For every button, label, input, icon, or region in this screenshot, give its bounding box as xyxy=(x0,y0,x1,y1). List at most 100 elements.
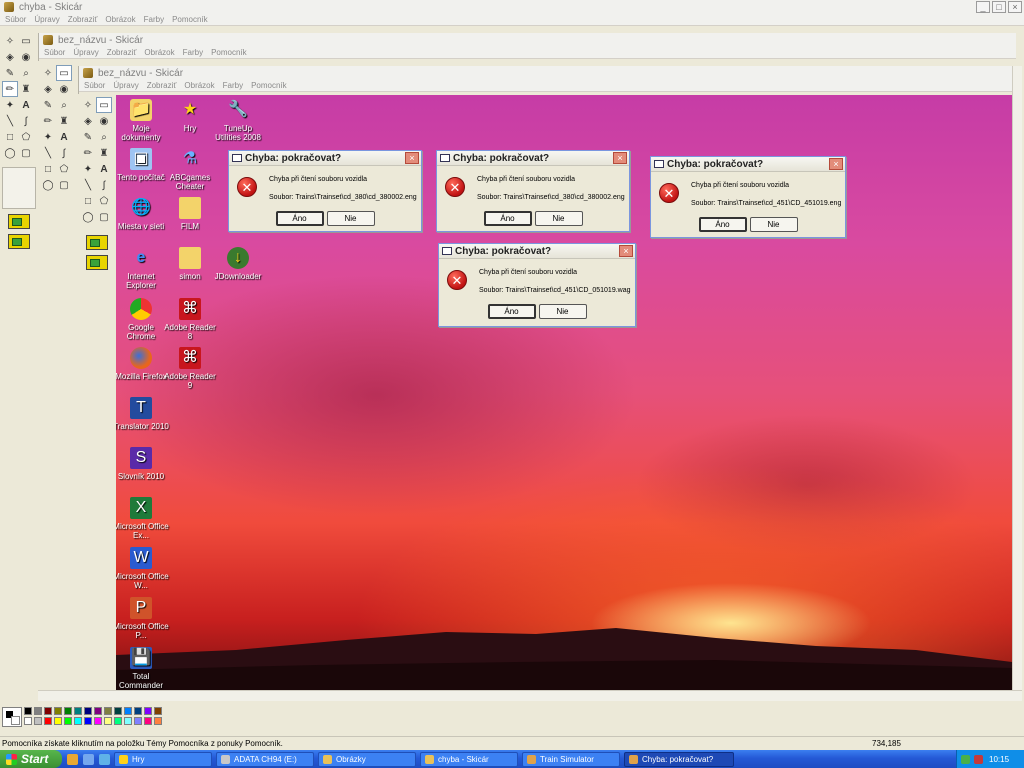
rect-select-tool-icon[interactable]: ▭ xyxy=(96,97,112,113)
menu-farby[interactable]: Farby xyxy=(183,48,203,57)
taskbar-item-chyba-skicar[interactable]: chyba - Skicár xyxy=(420,751,518,767)
curve-tool-icon[interactable]: ∫ xyxy=(56,145,72,161)
rectangle-tool-icon[interactable]: □ xyxy=(80,193,96,209)
no-button[interactable]: Nie xyxy=(538,304,587,319)
menu-upravy[interactable]: Úpravy xyxy=(73,48,98,57)
polygon-tool-icon[interactable]: ⬠ xyxy=(56,161,72,177)
menu-farby[interactable]: Farby xyxy=(223,81,243,90)
menu-farby[interactable]: Farby xyxy=(144,15,164,24)
desktop-icon-tuneup[interactable]: 🔧 TuneUp Utilities 2008 xyxy=(210,99,266,142)
airbrush-tool-icon[interactable]: ✦ xyxy=(2,97,18,113)
free-select-tool-icon[interactable]: ✧ xyxy=(40,65,56,81)
fill-tool-icon[interactable]: ◉ xyxy=(56,81,72,97)
ellipse-tool-icon[interactable]: ◯ xyxy=(80,209,96,225)
inner-titlebar[interactable]: bez_názvu - Skicár xyxy=(79,66,1016,80)
fill-tool-icon[interactable]: ◉ xyxy=(18,49,34,65)
yes-button[interactable]: Áno xyxy=(483,211,532,226)
text-tool-icon[interactable]: A xyxy=(56,129,72,145)
desktop-icon-abcgames[interactable]: ⚗ ABCgames Cheater xyxy=(162,148,218,191)
rectangle-tool-icon[interactable]: □ xyxy=(2,129,18,145)
quicklaunch-desktop-icon[interactable] xyxy=(99,753,110,765)
text-tool-icon[interactable]: A xyxy=(18,97,34,113)
color-swatch[interactable] xyxy=(24,707,32,715)
brush-tool-icon[interactable]: ♜ xyxy=(56,113,72,129)
yes-button[interactable]: Áno xyxy=(487,304,536,319)
horizontal-scrollbar[interactable] xyxy=(38,690,1022,701)
picker-tool-icon[interactable]: ✎ xyxy=(40,97,56,113)
pencil-tool-icon[interactable]: ✏ xyxy=(80,145,96,161)
desktop-icon-adobe-reader-9[interactable]: ⌘ Adobe Reader 9 xyxy=(162,347,218,390)
paint-canvas[interactable]: 📁 Moje dokumenty ★ Hry 🔧 TuneUp Utilitie… xyxy=(116,95,1012,690)
eraser-tool-icon[interactable]: ◈ xyxy=(80,113,96,129)
line-tool-icon[interactable]: ╲ xyxy=(40,145,56,161)
color-swatch[interactable] xyxy=(144,707,152,715)
free-select-tool-icon[interactable]: ✧ xyxy=(80,97,96,113)
yes-button[interactable]: Áno xyxy=(698,217,747,232)
outer-titlebar[interactable]: chyba - Skicár xyxy=(0,0,1024,14)
color-swatch[interactable] xyxy=(74,717,82,725)
color-swatch[interactable] xyxy=(74,707,82,715)
rect-select-tool-icon[interactable]: ▭ xyxy=(18,33,34,49)
polygon-tool-icon[interactable]: ⬠ xyxy=(96,193,112,209)
curve-tool-icon[interactable]: ∫ xyxy=(18,113,34,129)
rounded-rect-tool-icon[interactable]: ▢ xyxy=(96,209,112,225)
color-swatch[interactable] xyxy=(124,717,132,725)
color-swatch[interactable] xyxy=(114,717,122,725)
airbrush-tool-icon[interactable]: ✦ xyxy=(40,129,56,145)
color-swatch[interactable] xyxy=(104,707,112,715)
menu-upravy[interactable]: Úpravy xyxy=(113,81,138,90)
rectangle-tool-icon[interactable]: □ xyxy=(40,161,56,177)
airbrush-tool-icon[interactable]: ✦ xyxy=(80,161,96,177)
desktop-icon-translator[interactable]: T Translator 2010 xyxy=(116,397,169,431)
color-swatch[interactable] xyxy=(44,717,52,725)
color-swatch[interactable] xyxy=(154,707,162,715)
minimize-button[interactable]: _ xyxy=(976,1,990,13)
rounded-rect-tool-icon[interactable]: ▢ xyxy=(18,145,34,161)
rounded-rect-tool-icon[interactable]: ▢ xyxy=(56,177,72,193)
color-swatch[interactable] xyxy=(144,717,152,725)
dialog-close-button[interactable]: × xyxy=(405,152,419,164)
color-swatch[interactable] xyxy=(134,717,142,725)
magnifier-tool-icon[interactable]: ⌕ xyxy=(96,129,112,145)
quicklaunch-browser-icon[interactable] xyxy=(67,753,78,765)
desktop-icon-film[interactable]: FILM xyxy=(162,197,218,231)
middle-titlebar[interactable]: bez_názvu - Skicár xyxy=(39,33,1016,47)
dialog-titlebar[interactable]: Chyba: pokračovat? xyxy=(439,244,635,259)
menu-zobrazit[interactable]: Zobraziť xyxy=(147,81,177,90)
color-swatch[interactable] xyxy=(84,717,92,725)
picker-tool-icon[interactable]: ✎ xyxy=(80,129,96,145)
menu-upravy[interactable]: Úpravy xyxy=(34,15,59,24)
taskbar-item-train-simulator[interactable]: Train Simulator xyxy=(522,751,620,767)
color-swatch[interactable] xyxy=(64,707,72,715)
line-tool-icon[interactable]: ╲ xyxy=(2,113,18,129)
taskbar-item-chyba-dialog[interactable]: Chyba: pokračovat? xyxy=(624,751,734,767)
eraser-tool-icon[interactable]: ◈ xyxy=(40,81,56,97)
fill-tool-icon[interactable]: ◉ xyxy=(96,113,112,129)
menu-pomocnik[interactable]: Pomocník xyxy=(251,81,287,90)
color-swatch[interactable] xyxy=(94,707,102,715)
maximize-button[interactable]: □ xyxy=(992,1,1006,13)
dialog-titlebar[interactable]: Chyba: pokračovat? xyxy=(229,151,421,166)
desktop-icon-total-commander[interactable]: 💾 Total Commander xyxy=(116,647,169,690)
desktop-icon-excel[interactable]: X Microsoft Office Ex... xyxy=(116,497,169,540)
no-button[interactable]: Nie xyxy=(749,217,798,232)
color-swatch[interactable] xyxy=(24,717,32,725)
dialog-titlebar[interactable]: Chyba: pokračovat? xyxy=(437,151,629,166)
dialog-titlebar[interactable]: Chyba: pokračovat? xyxy=(651,157,845,172)
color-swatch[interactable] xyxy=(104,717,112,725)
menu-zobrazit[interactable]: Zobraziť xyxy=(68,15,98,24)
menu-obrazok[interactable]: Obrázok xyxy=(184,81,214,90)
image-icon[interactable] xyxy=(8,234,30,249)
ellipse-tool-icon[interactable]: ◯ xyxy=(40,177,56,193)
magnifier-tool-icon[interactable]: ⌕ xyxy=(18,65,34,81)
brush-tool-icon[interactable]: ♜ xyxy=(96,145,112,161)
menu-subor[interactable]: Súbor xyxy=(5,15,26,24)
start-button[interactable]: Start xyxy=(0,750,62,768)
menu-obrazok[interactable]: Obrázok xyxy=(144,48,174,57)
color-swatch[interactable] xyxy=(84,707,92,715)
menu-zobrazit[interactable]: Zobraziť xyxy=(107,48,137,57)
taskbar-item-adata[interactable]: ADATA CH94 (E:) xyxy=(216,751,314,767)
brush-tool-icon[interactable]: ♜ xyxy=(18,81,34,97)
curve-tool-icon[interactable]: ∫ xyxy=(96,177,112,193)
no-button[interactable]: Nie xyxy=(534,211,583,226)
